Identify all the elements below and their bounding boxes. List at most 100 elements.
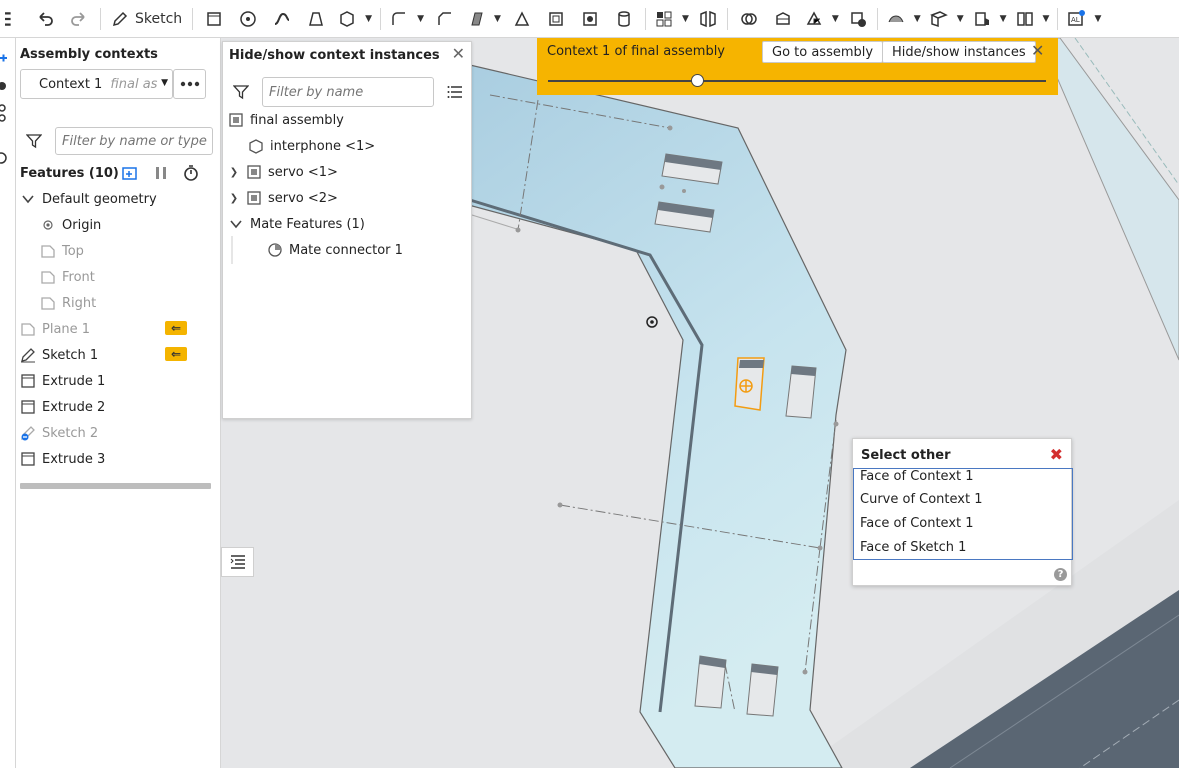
select-other-item[interactable]: Curve of Context 1	[860, 492, 982, 507]
mirror-button[interactable]	[693, 4, 723, 34]
redo-button[interactable]	[62, 4, 96, 34]
tree-item-origin[interactable]: Origin	[40, 213, 101, 237]
close-icon[interactable]: ✖	[1050, 445, 1063, 464]
toolbar-divider	[1057, 7, 1059, 30]
draft-icon	[471, 12, 483, 25]
chevron-down-icon[interactable]: ▼	[417, 14, 424, 24]
help-icon[interactable]: ?	[1054, 568, 1067, 581]
subassembly-icon	[247, 165, 261, 179]
chevron-down-icon[interactable]: ▼	[832, 14, 839, 24]
context-slider-track[interactable]	[548, 80, 1046, 82]
transform-button[interactable]	[800, 4, 828, 34]
context-select[interactable]: Context 1 final as ▼	[20, 69, 173, 99]
left-rail	[0, 38, 16, 768]
mate-icon[interactable]	[0, 104, 6, 122]
hamburger-icon	[5, 11, 11, 26]
tree-item-sketch-2[interactable]: Sketch 2	[20, 421, 98, 445]
custom-features-button[interactable]: AL	[1062, 4, 1090, 34]
sweep-icon	[274, 12, 290, 25]
stopwatch-icon[interactable]	[183, 165, 199, 181]
circle-icon[interactable]	[0, 82, 6, 90]
tree-item-extrude-1[interactable]: Extrude 1	[20, 369, 105, 393]
pattern-button[interactable]	[650, 4, 678, 34]
hs-item-mate-connector[interactable]: Mate connector 1	[267, 238, 403, 262]
pause-icon[interactable]	[153, 165, 169, 181]
list-toggle-button[interactable]	[221, 547, 254, 577]
chevron-right-icon[interactable]: ❯	[228, 167, 240, 178]
horizontal-scrollbar[interactable]	[20, 483, 211, 489]
delete-part-button[interactable]	[843, 4, 873, 34]
undo-button[interactable]	[28, 4, 62, 34]
rollback-arrow-icon[interactable]: ⇐	[165, 321, 187, 335]
chevron-down-icon[interactable]: ▼	[365, 14, 372, 24]
sketch-button[interactable]: Sketch	[105, 4, 188, 34]
select-other-dialog: Select other ✖ Face of Context 1 Curve o…	[852, 438, 1073, 586]
rollback-arrow-icon[interactable]: ⇐	[165, 347, 187, 361]
boolean-button[interactable]	[732, 4, 766, 34]
surface-icon	[888, 15, 904, 22]
go-to-assembly-button[interactable]: Go to assembly	[762, 41, 884, 63]
select-other-item[interactable]: Face of Context 1	[860, 516, 974, 531]
plane-button[interactable]	[925, 4, 953, 34]
chevron-down-icon[interactable]: ▼	[1000, 14, 1007, 24]
tree-item-extrude-2[interactable]: Extrude 2	[20, 395, 105, 419]
context-more-button[interactable]	[173, 69, 206, 99]
surface-button[interactable]	[882, 4, 910, 34]
filter-icon[interactable]	[233, 84, 249, 100]
hole-button[interactable]	[573, 4, 607, 34]
sheet-metal-button[interactable]	[968, 4, 996, 34]
chevron-down-icon[interactable]	[228, 216, 244, 232]
add-icon[interactable]	[0, 54, 7, 62]
chevron-down-icon[interactable]: ▼	[914, 14, 921, 24]
chevron-down-icon[interactable]: ▼	[494, 14, 501, 24]
thicken-button[interactable]	[333, 4, 361, 34]
menu-icon[interactable]	[0, 4, 28, 34]
hs-item-mate-features[interactable]: Mate Features (1)	[228, 212, 365, 236]
hide-show-instances-button[interactable]: Hide/show instances	[882, 41, 1036, 63]
selected-mate-connector[interactable]	[739, 379, 753, 393]
tree-item-front[interactable]: Front	[40, 265, 95, 289]
filter-icon[interactable]	[26, 133, 42, 149]
chevron-down-icon[interactable]: ▼	[682, 14, 689, 24]
hide-show-title: Hide/show context instances	[229, 48, 440, 63]
loft-button[interactable]	[299, 4, 333, 34]
feature-list-icon	[230, 555, 245, 569]
revolve-button[interactable]	[231, 4, 265, 34]
shell-button[interactable]	[539, 4, 573, 34]
close-icon[interactable]: ✕	[452, 44, 465, 63]
tree-item-right[interactable]: Right	[40, 291, 96, 315]
split-button[interactable]	[766, 4, 800, 34]
select-other-item[interactable]: Face of Sketch 1	[860, 540, 966, 555]
tree-item-extrude-3[interactable]: Extrude 3	[20, 447, 105, 471]
tree-item-sketch-1[interactable]: Sketch 1	[20, 343, 98, 367]
select-other-item[interactable]: Face of Context 1	[860, 469, 974, 484]
chamfer-button[interactable]	[428, 4, 462, 34]
frame-button[interactable]	[1011, 4, 1039, 34]
chevron-down-icon[interactable]	[20, 191, 36, 207]
tree-item-default-geometry[interactable]: Default geometry	[20, 187, 157, 211]
feature-filter-input[interactable]	[55, 127, 213, 155]
sweep-button[interactable]	[265, 4, 299, 34]
tree-item-plane-1[interactable]: Plane 1	[20, 317, 90, 341]
chevron-down-icon[interactable]: ▼	[1043, 14, 1050, 24]
rib-button[interactable]	[505, 4, 539, 34]
chevron-right-icon[interactable]: ❯	[228, 193, 240, 204]
tree-item-top[interactable]: Top	[40, 239, 84, 263]
list-view-icon[interactable]	[447, 84, 463, 100]
hs-item-servo-1[interactable]: ❯ servo <1>	[228, 160, 338, 184]
fillet-button[interactable]	[385, 4, 413, 34]
hide-show-filter-input[interactable]	[262, 77, 434, 107]
hs-item-final-assembly[interactable]: final assembly	[228, 108, 344, 132]
history-icon[interactable]	[0, 152, 7, 164]
chevron-down-icon[interactable]: ▼	[957, 14, 964, 24]
cylinder-button[interactable]	[607, 4, 641, 34]
extrude-button[interactable]	[197, 4, 231, 34]
hs-item-servo-2[interactable]: ❯ servo <2>	[228, 186, 338, 210]
context-slider-thumb[interactable]	[691, 74, 705, 87]
chevron-down-icon[interactable]: ▼	[1094, 14, 1101, 24]
hs-item-interphone[interactable]: interphone <1>	[248, 134, 375, 158]
add-folder-icon[interactable]	[122, 165, 138, 181]
rail-icons	[0, 54, 7, 164]
draft-button[interactable]	[462, 4, 490, 34]
close-icon[interactable]: ✕	[1031, 41, 1044, 60]
